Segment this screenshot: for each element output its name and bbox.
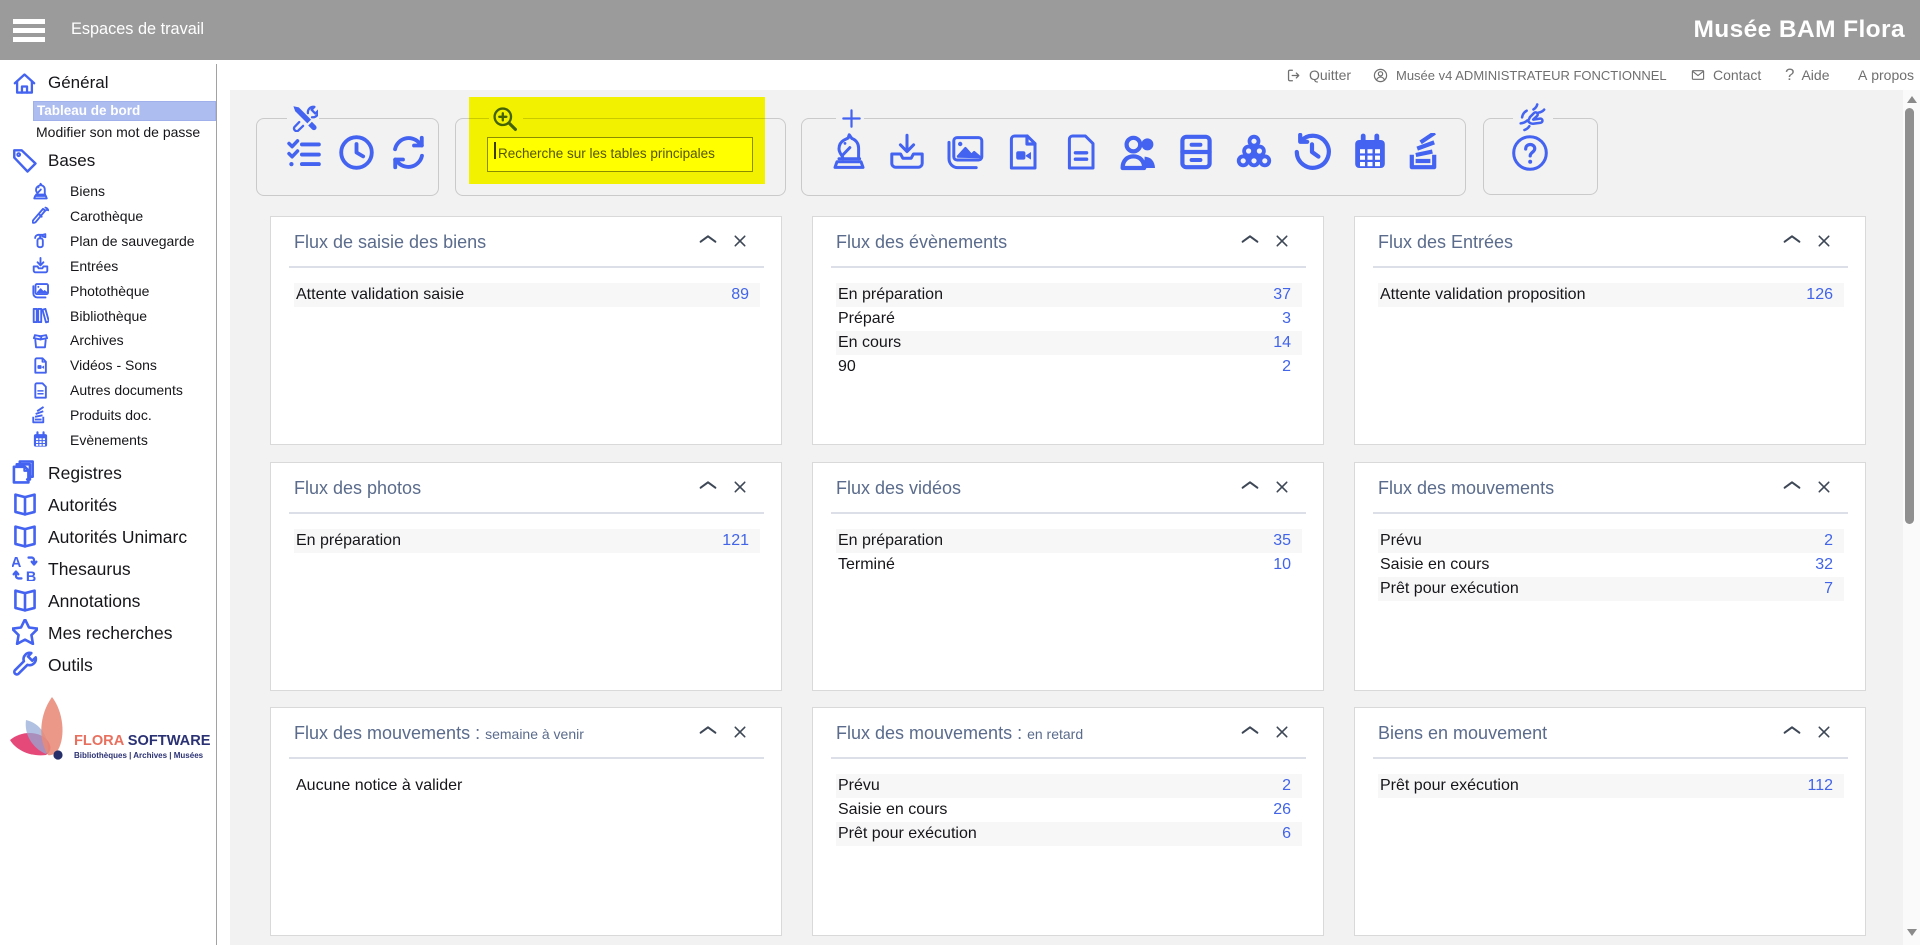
- svg-text:FLORA SOFTWARE: FLORA SOFTWARE: [74, 733, 211, 749]
- svg-text:A: A: [12, 555, 21, 571]
- svg-text:Bibliothèques | Archives | Mus: Bibliothèques | Archives | Musées: [74, 751, 204, 760]
- svg-text:B: B: [26, 570, 36, 581]
